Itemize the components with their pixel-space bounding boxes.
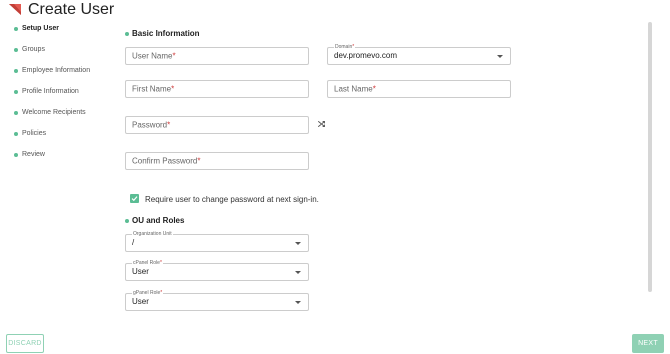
first-name-placeholder: First Name* — [132, 85, 174, 94]
step-dot-icon — [14, 132, 18, 136]
domain-value: dev.promevo.com — [334, 51, 397, 60]
basic-information-heading: Basic Information — [125, 29, 200, 38]
org-unit-value: / — [132, 238, 135, 247]
gpanel-role-select[interactable]: gPanel Role* User — [125, 290, 309, 311]
first-name-field[interactable]: First Name* — [125, 80, 309, 98]
step-label: Setup User — [22, 25, 59, 32]
step-dot-icon — [14, 153, 18, 157]
step-dot-icon — [14, 69, 18, 73]
section-dot-icon — [125, 32, 129, 36]
confirm-password-field[interactable]: Confirm Password* — [125, 152, 309, 170]
step-label: Review — [22, 151, 45, 158]
required-mark: * — [160, 290, 163, 296]
step-dot-icon — [14, 90, 18, 94]
section-dot-icon — [125, 219, 129, 223]
label-text: Domain — [335, 44, 353, 50]
app-logo-icon — [9, 4, 21, 15]
require-change-label: Require user to change password at next … — [145, 195, 319, 204]
required-mark: * — [197, 156, 201, 166]
require-change-checkbox[interactable] — [130, 194, 139, 203]
placeholder-text: Last Name — [334, 84, 373, 94]
step-label: Policies — [22, 130, 47, 137]
gpanel-role-label: gPanel Role* — [132, 290, 164, 296]
step-policies[interactable]: Policies — [14, 128, 90, 149]
step-label: Employee Information — [22, 67, 91, 74]
cpanel-role-select[interactable]: cPanel Role* User — [125, 260, 309, 281]
required-mark: * — [372, 84, 376, 94]
page-title: Create User — [28, 1, 115, 18]
placeholder-text: First Name — [132, 84, 172, 94]
step-label: Groups — [22, 46, 45, 53]
gpanel-role-value: User — [132, 297, 149, 306]
domain-label: Domain* — [334, 44, 356, 50]
step-dot-icon — [14, 48, 18, 52]
section-title-text: OU and Roles — [132, 216, 185, 225]
step-dot-icon — [14, 27, 18, 31]
wizard-steps: Setup User Groups Employee Information P… — [14, 23, 90, 170]
required-mark: * — [171, 84, 175, 94]
domain-select[interactable]: Domain* dev.promevo.com — [327, 44, 511, 65]
step-review[interactable]: Review — [14, 149, 90, 170]
org-unit-label: Organization Unit — [132, 231, 173, 237]
required-mark: * — [352, 44, 355, 50]
last-name-placeholder: Last Name* — [334, 85, 376, 94]
step-groups[interactable]: Groups — [14, 44, 90, 65]
checkmark-icon — [131, 196, 138, 202]
placeholder-text: User Name — [132, 51, 173, 61]
step-setup-user[interactable]: Setup User — [14, 23, 90, 44]
cpanel-role-label: cPanel Role* — [132, 260, 163, 266]
step-employee-information[interactable]: Employee Information — [14, 65, 90, 86]
chevron-down-icon — [295, 242, 301, 245]
step-welcome-recipients[interactable]: Welcome Recipients — [14, 107, 90, 128]
step-label: Profile Information — [22, 88, 79, 95]
label-text: gPanel Role — [133, 290, 161, 296]
placeholder-text: Password — [132, 120, 168, 130]
last-name-field[interactable]: Last Name* — [327, 80, 511, 98]
next-button[interactable]: NEXT — [632, 334, 664, 353]
section-title-text: Basic Information — [132, 29, 200, 38]
scrollbar[interactable] — [648, 22, 652, 292]
placeholder-text: Confirm Password — [132, 156, 198, 166]
cpanel-role-value: User — [132, 267, 149, 276]
chevron-down-icon — [497, 55, 503, 58]
chevron-down-icon — [295, 301, 301, 304]
username-field[interactable]: User Name* — [125, 47, 309, 65]
label-text: cPanel Role — [133, 260, 160, 266]
chevron-down-icon — [295, 271, 301, 274]
discard-button[interactable]: DISCARD — [6, 334, 44, 353]
confirm-password-placeholder: Confirm Password* — [132, 157, 200, 166]
ou-roles-heading: OU and Roles — [125, 216, 184, 225]
org-unit-select[interactable]: Organization Unit / — [125, 231, 309, 252]
step-profile-information[interactable]: Profile Information — [14, 86, 90, 107]
required-mark: * — [159, 260, 162, 266]
password-placeholder: Password* — [132, 121, 170, 130]
password-field[interactable]: Password* — [125, 116, 309, 134]
username-placeholder: User Name* — [132, 52, 176, 61]
step-label: Welcome Recipients — [22, 109, 86, 116]
required-mark: * — [167, 120, 171, 130]
shuffle-icon[interactable] — [318, 120, 326, 128]
required-mark: * — [172, 51, 176, 61]
step-dot-icon — [14, 111, 18, 115]
